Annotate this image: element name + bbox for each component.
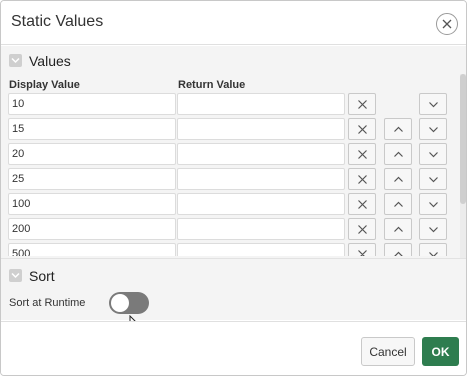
static-values-dialog: Static Values Values Display Value Retur… bbox=[0, 0, 467, 376]
delete-row-button[interactable] bbox=[348, 193, 376, 215]
delete-row-button[interactable] bbox=[348, 218, 376, 240]
return-value-input[interactable] bbox=[177, 168, 345, 190]
table-row: 25 bbox=[1, 168, 459, 193]
chevron-down-icon bbox=[429, 152, 438, 158]
move-down-button[interactable] bbox=[419, 93, 447, 115]
chevron-down-icon bbox=[429, 227, 438, 233]
table-row: 20 bbox=[1, 143, 459, 168]
chevron-up-icon bbox=[394, 176, 403, 182]
delete-row-button[interactable] bbox=[348, 118, 376, 140]
x-icon bbox=[358, 200, 367, 209]
values-collapse-toggle[interactable] bbox=[9, 54, 22, 67]
delete-row-button[interactable] bbox=[348, 243, 376, 256]
sort-region-title: Sort bbox=[29, 268, 55, 284]
chevron-down-icon bbox=[429, 177, 438, 183]
chevron-up-icon bbox=[394, 151, 403, 157]
x-icon bbox=[358, 225, 367, 234]
display-value-input[interactable]: 25 bbox=[8, 168, 176, 190]
sort-collapse-toggle[interactable] bbox=[9, 269, 22, 282]
move-down-button[interactable] bbox=[419, 218, 447, 240]
move-up-button[interactable] bbox=[384, 168, 412, 190]
move-down-button[interactable] bbox=[419, 243, 447, 256]
dialog-footer: Cancel OK bbox=[1, 321, 466, 375]
close-button[interactable] bbox=[436, 13, 458, 35]
chevron-down-icon bbox=[429, 252, 438, 256]
chevron-down-icon bbox=[429, 202, 438, 208]
move-down-button[interactable] bbox=[419, 118, 447, 140]
move-up-button[interactable] bbox=[384, 193, 412, 215]
delete-row-button[interactable] bbox=[348, 168, 376, 190]
sort-region-header[interactable]: Sort bbox=[1, 263, 459, 289]
region-divider bbox=[1, 258, 466, 259]
display-value-header: Display Value bbox=[9, 79, 80, 91]
values-region-title: Values bbox=[29, 53, 71, 69]
chevron-up-icon bbox=[394, 126, 403, 132]
move-up-button[interactable] bbox=[384, 243, 412, 256]
dialog-body: Values Display Value Return Value 10 15 bbox=[1, 46, 466, 320]
chevron-down-icon bbox=[11, 57, 20, 64]
move-down-button[interactable] bbox=[419, 168, 447, 190]
x-icon bbox=[358, 100, 367, 109]
display-value-input[interactable]: 500 bbox=[8, 243, 176, 256]
sort-at-runtime-toggle[interactable] bbox=[109, 292, 149, 314]
chevron-down-icon bbox=[429, 127, 438, 133]
toggle-knob bbox=[111, 294, 129, 312]
move-up-button[interactable] bbox=[384, 143, 412, 165]
move-down-button[interactable] bbox=[419, 143, 447, 165]
chevron-up-icon bbox=[394, 226, 403, 232]
table-row: 15 bbox=[1, 118, 459, 143]
values-scrollbar[interactable] bbox=[460, 74, 466, 258]
move-up-button[interactable] bbox=[384, 118, 412, 140]
dialog-titlebar: Static Values bbox=[1, 1, 466, 45]
table-row: 200 bbox=[1, 218, 459, 243]
table-row: 10 bbox=[1, 93, 459, 118]
chevron-up-icon bbox=[394, 201, 403, 207]
delete-row-button[interactable] bbox=[348, 93, 376, 115]
return-value-input[interactable] bbox=[177, 93, 345, 115]
return-value-input[interactable] bbox=[177, 218, 345, 240]
chevron-up-icon bbox=[394, 251, 403, 256]
move-down-button[interactable] bbox=[419, 193, 447, 215]
display-value-input[interactable]: 15 bbox=[8, 118, 176, 140]
move-up-button[interactable] bbox=[384, 218, 412, 240]
delete-row-button[interactable] bbox=[348, 143, 376, 165]
x-icon bbox=[358, 250, 367, 256]
table-row: 500 bbox=[1, 243, 459, 256]
display-value-input[interactable]: 100 bbox=[8, 193, 176, 215]
display-value-input[interactable]: 200 bbox=[8, 218, 176, 240]
display-value-input[interactable]: 20 bbox=[8, 143, 176, 165]
return-value-header: Return Value bbox=[178, 79, 246, 91]
return-value-input[interactable] bbox=[177, 243, 345, 256]
return-value-input[interactable] bbox=[177, 118, 345, 140]
x-icon bbox=[358, 175, 367, 184]
chevron-down-icon bbox=[429, 102, 438, 108]
chevron-down-icon bbox=[11, 272, 20, 279]
x-icon bbox=[358, 150, 367, 159]
ok-button[interactable]: OK bbox=[422, 337, 459, 366]
cancel-button[interactable]: Cancel bbox=[361, 337, 415, 366]
x-icon bbox=[358, 125, 367, 134]
sort-at-runtime-label: Sort at Runtime bbox=[9, 297, 86, 309]
close-icon bbox=[442, 19, 452, 29]
values-rows: 10 15 20 25 100 200 500 bbox=[1, 93, 459, 256]
scrollbar-thumb[interactable] bbox=[460, 74, 466, 204]
return-value-input[interactable] bbox=[177, 193, 345, 215]
values-region-header[interactable]: Values bbox=[1, 48, 459, 74]
table-row: 100 bbox=[1, 193, 459, 218]
display-value-input[interactable]: 10 bbox=[8, 93, 176, 115]
return-value-input[interactable] bbox=[177, 143, 345, 165]
dialog-title: Static Values bbox=[11, 13, 104, 30]
